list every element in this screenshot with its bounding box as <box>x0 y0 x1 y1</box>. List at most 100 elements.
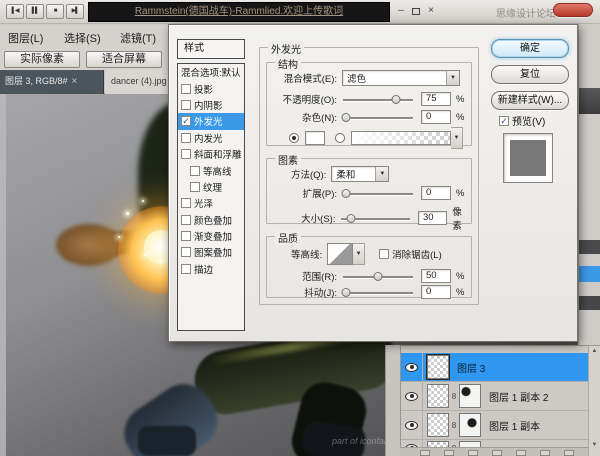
gradient-picker-arrow-icon[interactable]: ▼ <box>451 127 463 149</box>
checkbox[interactable]: ✓ <box>190 165 200 176</box>
size-slider[interactable] <box>341 213 410 223</box>
slider-knob[interactable] <box>391 94 400 104</box>
contour-thumbnail[interactable] <box>327 243 354 265</box>
color-radio-selected[interactable] <box>289 133 299 143</box>
menu-select[interactable]: 选择(S) <box>64 30 101 46</box>
new-layer-icon[interactable] <box>540 450 550 456</box>
delete-layer-icon[interactable] <box>564 450 574 456</box>
blend-mode-dropdown[interactable]: 滤色 ▼ <box>342 70 460 86</box>
chevron-down-icon[interactable]: ▼ <box>446 71 459 85</box>
adjustment-layer-icon[interactable] <box>492 450 502 456</box>
contour-picker-arrow-icon[interactable]: ▼ <box>353 243 366 265</box>
checkbox[interactable]: ✓ <box>181 99 191 110</box>
tab-close-icon[interactable]: × <box>72 76 78 87</box>
slider-knob[interactable] <box>341 188 351 198</box>
ok-button[interactable]: 确定 <box>491 39 569 58</box>
eye-icon[interactable] <box>405 420 418 430</box>
checkbox[interactable]: ✓ <box>181 149 191 160</box>
style-item-contour[interactable]: ✓等高线 <box>178 162 244 178</box>
checkbox[interactable]: ✓ <box>181 247 191 258</box>
menu-layer[interactable]: 图层(L) <box>8 30 43 46</box>
sparkle <box>126 212 129 215</box>
checkbox-checked[interactable]: ✓ <box>181 116 191 127</box>
preview-checkbox[interactable]: ✓ <box>499 115 509 126</box>
minimize-icon[interactable]: – <box>394 5 408 18</box>
visibility-cell[interactable] <box>401 381 423 411</box>
link-layers-icon[interactable] <box>420 450 430 456</box>
layer-mask-thumbnail[interactable] <box>459 384 481 408</box>
layer-thumbnail[interactable] <box>426 354 450 380</box>
style-item-blending-options[interactable]: 混合选项:默认 <box>178 64 244 80</box>
checkbox[interactable]: ✓ <box>181 214 191 225</box>
spread-value[interactable]: 0 <box>421 186 451 200</box>
method-dropdown[interactable]: 柔和 ▼ <box>331 166 390 182</box>
style-item-texture[interactable]: ✓纹理 <box>178 179 244 195</box>
size-value[interactable]: 30 <box>417 211 448 225</box>
layers-scrollbar[interactable]: ▲ ▼ <box>588 346 600 456</box>
style-item-gradient-overlay[interactable]: ✓渐变叠加 <box>178 228 244 244</box>
style-item-inner-glow[interactable]: ✓内发光 <box>178 130 244 146</box>
slider-knob[interactable] <box>373 271 383 281</box>
layer-row[interactable]: 8 图层 1 副本 <box>401 410 589 440</box>
tab-document-active[interactable]: 图层 3, RGB/8# × <box>0 70 104 94</box>
layer-row[interactable]: 8 图层 1 副本 2 <box>401 381 589 411</box>
actual-pixels-button[interactable]: 实际像素 <box>4 51 80 68</box>
checkbox[interactable]: ✓ <box>181 263 191 274</box>
eye-icon[interactable] <box>405 362 418 372</box>
slider-knob[interactable] <box>341 112 351 122</box>
visibility-cell[interactable] <box>401 352 423 382</box>
checkbox[interactable]: ✓ <box>181 198 191 209</box>
layer-thumbnail[interactable] <box>427 384 449 408</box>
style-item-inner-shadow[interactable]: ✓内阴影 <box>178 97 244 113</box>
add-mask-icon[interactable] <box>468 450 478 456</box>
layer-style-icon[interactable] <box>444 450 454 456</box>
checkbox[interactable]: ✓ <box>181 132 191 143</box>
layer-row-selected[interactable]: 图层 3 <box>401 352 589 382</box>
new-style-button[interactable]: 新建样式(W)... <box>491 91 569 110</box>
range-slider[interactable] <box>343 271 413 281</box>
opacity-slider[interactable] <box>343 94 413 104</box>
close-icon[interactable]: × <box>424 5 438 18</box>
visibility-cell[interactable] <box>401 410 423 440</box>
scroll-down-icon[interactable]: ▼ <box>589 442 600 448</box>
player-prev-button[interactable]: ▌◀ <box>6 4 24 19</box>
group-icon[interactable] <box>516 450 526 456</box>
range-value[interactable]: 50 <box>421 269 451 283</box>
layer-thumbnail[interactable] <box>427 413 449 437</box>
noise-value[interactable]: 0 <box>421 110 451 124</box>
slider-knob[interactable] <box>346 213 356 223</box>
player-stop-button[interactable]: ■ <box>46 4 64 19</box>
antialias-checkbox[interactable]: ✓ <box>379 249 390 259</box>
scroll-up-icon[interactable]: ▲ <box>589 348 600 354</box>
checkbox[interactable]: ✓ <box>190 181 200 192</box>
noise-slider[interactable] <box>341 112 413 122</box>
jitter-value[interactable]: 0 <box>421 285 451 299</box>
restore-icon[interactable] <box>412 8 420 15</box>
checkbox[interactable]: ✓ <box>181 83 191 94</box>
style-item-satin[interactable]: ✓光泽 <box>178 195 244 211</box>
slider-knob[interactable] <box>341 287 351 297</box>
jitter-slider[interactable] <box>341 287 413 297</box>
glow-gradient-swatch[interactable] <box>351 131 451 145</box>
preview-option[interactable]: ✓ 预览(V) <box>499 113 545 128</box>
player-next-button[interactable]: ▶▌ <box>66 4 84 19</box>
spread-slider[interactable] <box>341 188 413 198</box>
player-pause-button[interactable]: ▌▌ <box>26 4 44 19</box>
style-item-outer-glow[interactable]: ✓ 外发光 <box>178 113 244 130</box>
checkbox[interactable]: ✓ <box>181 231 191 242</box>
fit-screen-button[interactable]: 适合屏幕 <box>86 51 162 68</box>
layer-mask-thumbnail[interactable] <box>459 413 481 437</box>
reset-button[interactable]: 复位 <box>491 65 569 84</box>
menu-filter[interactable]: 滤镜(T) <box>120 30 156 46</box>
style-item-bevel-emboss[interactable]: ✓斜面和浮雕 <box>178 146 244 162</box>
chevron-down-icon[interactable]: ▼ <box>375 167 389 181</box>
style-item-color-overlay[interactable]: ✓颜色叠加 <box>178 212 244 228</box>
style-item-pattern-overlay[interactable]: ✓图案叠加 <box>178 244 244 260</box>
top-bar: ▌◀ ▌▌ ■ ▶▌ Rammstein(德国战车)-Rammlied.欢迎上传… <box>0 0 600 24</box>
gradient-radio[interactable] <box>335 133 345 143</box>
opacity-value[interactable]: 75 <box>421 92 451 106</box>
eye-icon[interactable] <box>405 391 418 401</box>
glow-color-swatch[interactable] <box>305 131 325 145</box>
style-item-drop-shadow[interactable]: ✓投影 <box>178 80 244 96</box>
style-item-stroke[interactable]: ✓描边 <box>178 261 244 277</box>
